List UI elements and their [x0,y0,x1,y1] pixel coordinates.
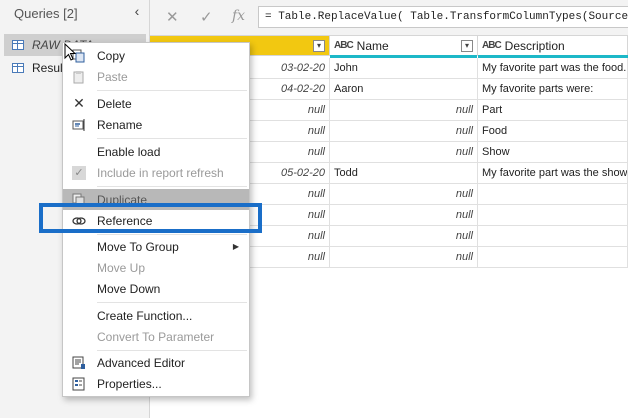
menu-item-create-function[interactable]: Create Function... [63,305,249,326]
confirm-icon[interactable]: ✓ [200,8,213,26]
formula-bar: ✕ ✓ fx = Table.ReplaceValue( Table.Trans… [150,0,628,36]
menu-separator [97,90,247,91]
cell-description[interactable]: Show [478,142,628,163]
cell-name[interactable]: null [330,121,478,142]
menu-item-label: Paste [97,69,128,84]
properties-icon [67,373,91,394]
menu-separator [97,350,247,351]
rename-icon [67,114,91,135]
text-type-icon: ABC [482,40,502,51]
menu-item-label: Copy [97,48,126,63]
menu-item-move-down[interactable]: Move Down [63,278,249,299]
cell-name[interactable]: Aaron [330,79,478,100]
menu-item-rename[interactable]: Rename [63,114,249,135]
cell-name[interactable]: null [330,100,478,121]
menu-item-include-in-refresh[interactable]: ✓ Include in report refresh [63,162,249,183]
cell-description[interactable]: Part [478,100,628,121]
menu-item-copy[interactable]: Copy [63,45,249,66]
menu-item-label: Move Down [97,281,161,296]
menu-separator [97,234,247,235]
menu-item-label: Convert To Parameter [97,329,215,344]
menu-item-advanced-editor[interactable]: Advanced Editor [63,352,249,373]
chevron-down-icon[interactable]: ▾ [461,39,473,52]
menu-item-label: Include in report refresh [97,165,224,180]
menu-separator [97,186,247,187]
advanced-editor-icon [67,352,91,373]
table-icon [12,40,24,50]
menu-item-delete[interactable]: ✕ Delete [63,93,249,114]
query-label: Result [32,61,67,75]
formula-input[interactable]: = Table.ReplaceValue( Table.TransformCol… [258,6,628,28]
cell-name[interactable]: null [330,142,478,163]
menu-item-label: Move Up [97,260,146,275]
cancel-icon[interactable]: ✕ [166,8,179,26]
menu-item-label: Create Function... [97,308,193,323]
menu-item-duplicate[interactable]: Duplicate [63,189,249,210]
reference-icon [67,210,91,231]
menu-item-paste[interactable]: Paste [63,66,249,87]
duplicate-icon [67,189,91,210]
cell-name[interactable]: Todd [330,163,478,184]
mouse-cursor-icon [64,43,77,61]
menu-item-properties[interactable]: Properties... [63,373,249,394]
cell-description[interactable] [478,205,628,226]
cell-name[interactable]: John [330,58,478,79]
column-header-label: Name [356,38,389,53]
queries-header: Queries [2] [14,6,78,21]
menu-item-enable-load[interactable]: Enable load [63,141,249,162]
cell-description[interactable] [478,226,628,247]
menu-item-label: Enable load [97,144,161,159]
menu-separator [97,138,247,139]
table-icon [12,63,24,73]
menu-item-label: Properties... [97,376,162,391]
menu-item-move-up[interactable]: Move Up [63,257,249,278]
chevron-right-icon: ▶ [232,242,239,251]
text-type-icon: ABC [334,40,354,51]
check-icon: ✓ [72,165,86,180]
column-header-description[interactable]: ABC Description [478,36,628,56]
menu-item-label: Advanced Editor [97,355,186,370]
menu-item-label: Duplicate [97,192,148,207]
cell-description[interactable] [478,247,628,268]
menu-item-label: Rename [97,117,143,132]
cell-description[interactable]: Food [478,121,628,142]
cell-description[interactable]: My favorite part was the show. [478,163,628,184]
cell-name[interactable]: null [330,205,478,226]
cell-description[interactable] [478,184,628,205]
fx-icon[interactable]: fx [232,8,245,24]
collapse-pane-button[interactable]: ‹ [130,3,144,19]
menu-item-convert-to-parameter[interactable]: Convert To Parameter [63,326,249,347]
context-menu: Copy Paste ✕ Delete Rename Enable load ✓… [62,42,250,397]
menu-item-label: Delete [97,96,132,111]
menu-separator [97,302,247,303]
cell-name[interactable]: null [330,184,478,205]
delete-icon: ✕ [73,95,85,111]
chevron-down-icon[interactable]: ▾ [313,39,325,52]
column-header-label: Description [504,38,565,53]
cell-name[interactable]: null [330,226,478,247]
column-header-name[interactable]: ABC Name ▾ [330,36,478,56]
cell-description[interactable]: My favorite parts were: [478,79,628,100]
paste-icon [67,66,91,87]
cell-name[interactable]: null [330,247,478,268]
menu-item-label: Move To Group [97,239,179,254]
cell-description[interactable]: My favorite part was the food. [478,58,628,79]
menu-item-label: Reference [97,213,153,228]
menu-item-reference[interactable]: Reference [63,210,249,231]
menu-item-move-to-group[interactable]: Move To Group ▶ [63,236,249,257]
